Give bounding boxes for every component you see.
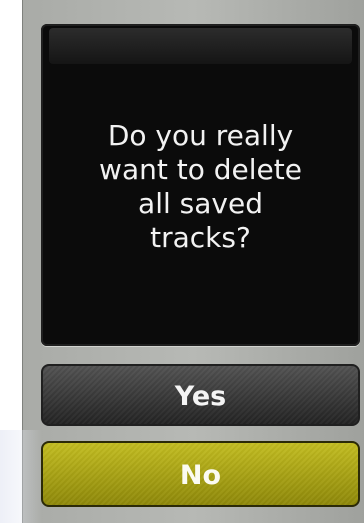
confirmation-dialog: Do you really want to delete all saved t…: [41, 24, 360, 346]
delete-confirmation-message: Do you really want to delete all saved t…: [99, 119, 302, 254]
dialog-header-strip: [49, 28, 352, 64]
device-screen: Do you really want to delete all saved t…: [22, 0, 364, 523]
yes-button[interactable]: Yes: [41, 364, 360, 426]
no-button[interactable]: No: [41, 441, 360, 507]
background-glare: [0, 430, 42, 523]
